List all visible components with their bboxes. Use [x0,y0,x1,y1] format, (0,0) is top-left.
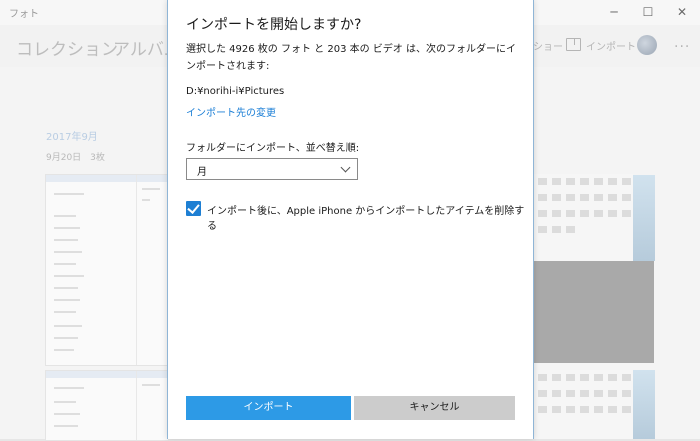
date-subheader: 9月20日 3枚 [46,153,105,163]
chevron-down-icon [340,162,351,173]
destination-path: D:¥norihi-i¥Pictures [186,86,285,97]
import-button[interactable]: インポート [586,38,636,53]
photo-thumbnail-edge[interactable] [633,370,655,439]
more-icon[interactable]: ··· [674,39,690,55]
avatar[interactable] [637,35,657,55]
sort-order-label: フォルダーにインポート、並べ替え順: [186,143,360,154]
sort-order-dropdown[interactable]: 月 [186,158,358,180]
date-header[interactable]: 2017年9月 [46,128,98,143]
photo-thumbnail[interactable] [534,174,633,261]
dialog-title: インポートを開始しますか? [186,17,362,33]
close-icon[interactable]: ✕ [665,0,699,25]
import-button[interactable]: インポート [186,396,351,420]
app-title: フォト [9,9,39,20]
maximize-icon[interactable]: ☐ [631,0,665,25]
photo-thumbnail[interactable] [45,174,169,366]
minimize-icon[interactable]: ─ [597,0,631,25]
cancel-button[interactable]: キャンセル [354,396,515,420]
photo-thumbnail[interactable] [45,370,169,441]
tab-collection[interactable]: コレクション [16,35,118,60]
photo-thumbnail[interactable] [534,370,633,439]
change-destination-link[interactable]: インポート先の変更 [186,104,276,119]
sort-order-value: 月 [197,167,207,178]
photo-thumbnail-edge[interactable] [633,175,655,261]
photo-thumbnail[interactable] [534,261,654,363]
slideshow-button[interactable]: ショー [533,38,563,53]
import-icon[interactable] [566,38,581,51]
import-dialog: インポートを開始しますか? 選択した 4926 枚の フォト と 203 本の … [167,0,534,439]
dialog-description: 選択した 4926 枚の フォト と 203 本の ビデオ は、次のフォルダーに… [186,44,516,72]
delete-after-import-checkbox[interactable] [186,201,201,216]
delete-after-import-label[interactable]: インポート後に、Apple iPhone からインポートしたアイテムを削除する [207,202,533,232]
